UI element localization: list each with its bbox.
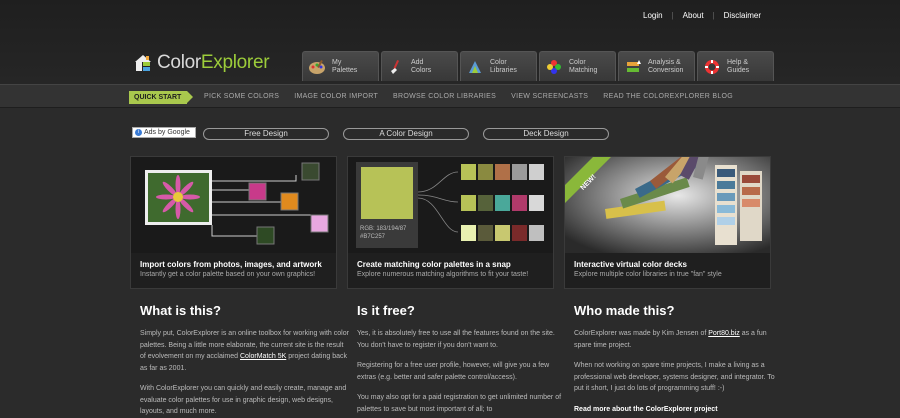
column-what-is-this: What is this? Simply put, ColorExplorer … xyxy=(140,303,350,418)
card-subtitle: Explore multiple color libraries in true… xyxy=(574,271,722,278)
tab-analysis-conversion[interactable]: Analysis & Conversion xyxy=(618,51,695,81)
column-heading: Is it free? xyxy=(357,303,415,318)
matching-illustration: RGB: 183/194/87 #B7C257 xyxy=(348,157,553,253)
feature-card-matching[interactable]: RGB: 183/194/87 #B7C257 Create matching … xyxy=(347,156,554,289)
tab-add-colors[interactable]: Add Colors xyxy=(381,51,458,81)
tab-color-matching[interactable]: Color Matching xyxy=(539,51,616,81)
tab-my-palettes[interactable]: My Palettes xyxy=(302,51,379,81)
feature-card-import[interactable]: Import colors from photos, images, and a… xyxy=(130,156,337,289)
house-logo-icon xyxy=(133,53,153,73)
rgb-readout: RGB: 183/194/87 xyxy=(360,226,407,232)
import-illustration xyxy=(131,157,336,253)
tab-color-libraries[interactable]: Color Libraries xyxy=(460,51,537,81)
card-title: Interactive virtual color decks xyxy=(574,260,687,269)
top-links: Login | About | Disclaimer xyxy=(634,11,770,20)
ads-badge[interactable]: i Ads by Google xyxy=(132,127,196,138)
column-paragraph: Simply put, ColorExplorer is an online t… xyxy=(140,330,349,372)
column-paragraph: ColorExplorer was made by Kim Jensen of … xyxy=(574,330,767,349)
color-wheel-icon xyxy=(545,58,563,76)
login-link[interactable]: Login xyxy=(634,11,672,20)
column-heading: Who made this? xyxy=(574,303,675,318)
blog-link[interactable]: READ THE COLOREXPLORER BLOG xyxy=(603,93,733,100)
screencasts-link[interactable]: VIEW SCREENCASTS xyxy=(511,93,588,100)
feature-card-decks[interactable]: NEW! Interactive virtual color decks Exp… xyxy=(564,117,771,289)
ad-link-free-design[interactable]: Free Design xyxy=(203,128,329,140)
color-deck-illustration: NEW! xyxy=(565,117,770,253)
brush-icon xyxy=(387,58,405,76)
library-icon xyxy=(466,58,484,76)
tab-label: Analysis & Conversion xyxy=(648,58,684,74)
palette-icon xyxy=(308,58,326,76)
column-paragraph: Yes, it is absolutely free to use all th… xyxy=(357,330,555,349)
card-title: Import colors from photos, images, and a… xyxy=(140,260,322,269)
ad-link-color-design[interactable]: A Color Design xyxy=(343,128,469,140)
column-is-it-free: Is it free? Yes, it is absolutely free t… xyxy=(357,303,567,418)
colormatch-link[interactable]: ColorMatch 5K xyxy=(240,353,286,360)
tab-help-guides[interactable]: Help & Guides xyxy=(697,51,774,81)
main-nav: My Palettes Add Colors Color Libraries C… xyxy=(302,51,774,81)
convert-icon xyxy=(624,58,642,76)
column-paragraph: With ColorExplorer you can quickly and e… xyxy=(140,385,347,415)
card-subtitle: Explore numerous matching algorithms to … xyxy=(357,271,529,278)
ads-label: Ads by Google xyxy=(144,129,190,136)
card-subtitle: Instantly get a color palette based on y… xyxy=(140,271,316,278)
browse-libraries-link[interactable]: BROWSE COLOR LIBRARIES xyxy=(393,93,496,100)
hex-readout: #B7C257 xyxy=(360,234,386,240)
tab-label: Color Libraries xyxy=(490,58,517,74)
tab-label: Add Colors xyxy=(411,58,432,74)
about-link[interactable]: About xyxy=(674,11,713,20)
read-more-link[interactable]: Read more about the ColorExplorer projec… xyxy=(574,404,784,416)
ad-link-deck-design[interactable]: Deck Design xyxy=(483,128,609,140)
disclaimer-link[interactable]: Disclaimer xyxy=(715,11,770,20)
ads-by-google[interactable]: i Ads by Google xyxy=(132,127,196,138)
tab-label: My Palettes xyxy=(332,58,358,74)
quickstart-links: PICK SOME COLORS IMAGE COLOR IMPORT BROW… xyxy=(204,93,748,100)
column-who-made-this: Who made this? ColorExplorer was made by… xyxy=(574,303,784,418)
tab-label: Help & Guides xyxy=(727,58,750,74)
lifebuoy-icon xyxy=(703,58,721,76)
site-logo[interactable]: ColorExplorer xyxy=(133,52,270,74)
quickstart-bar: QUICK START PICK SOME COLORS IMAGE COLOR… xyxy=(0,84,900,108)
logo-text: ColorExplorer xyxy=(157,52,270,73)
tab-label: Color Matching xyxy=(569,58,598,74)
column-heading: What is this? xyxy=(140,303,221,318)
quick-start-badge: QUICK START xyxy=(129,91,194,104)
column-paragraph: When not working on spare time projects,… xyxy=(574,362,775,392)
card-title: Create matching color palettes in a snap xyxy=(357,260,511,269)
column-paragraph: Registering for a free user profile, how… xyxy=(357,362,550,381)
column-paragraph: You may also opt for a paid registration… xyxy=(357,394,562,413)
image-import-link[interactable]: IMAGE COLOR IMPORT xyxy=(294,93,378,100)
port80-link[interactable]: Port80.biz xyxy=(708,330,740,337)
pick-colors-link[interactable]: PICK SOME COLORS xyxy=(204,93,279,100)
info-icon: i xyxy=(135,129,142,136)
